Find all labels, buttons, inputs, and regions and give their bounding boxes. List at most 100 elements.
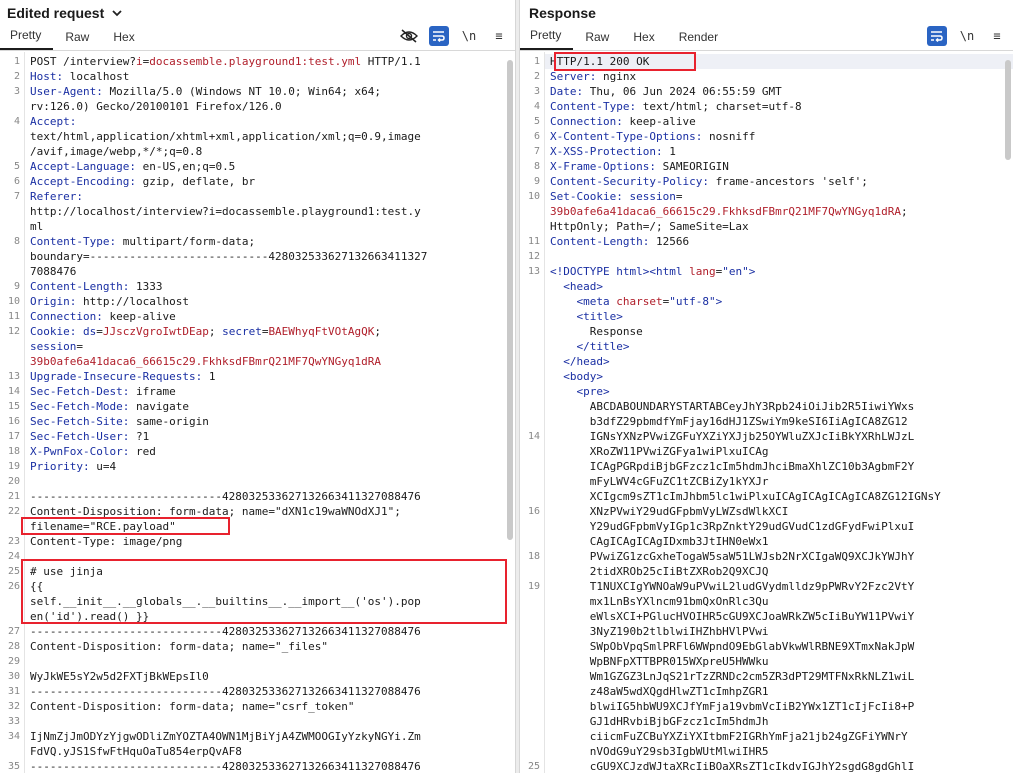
code-line: 7 Referer: — [0, 189, 515, 204]
code-line: mFyLWV4cGFuZC1tZCBiZy1kYXJr — [520, 474, 1013, 489]
line-number: 12 — [527, 251, 540, 262]
line-text: mFyLWV4cGFuZC1tZCBiZy1kYXJr — [550, 475, 769, 488]
code-line: <head> — [520, 279, 1013, 294]
code-line: </head> — [520, 354, 1013, 369]
code-line: 20 — [0, 474, 515, 489]
menu-icon[interactable]: ≡ — [489, 26, 509, 46]
line-number: 31 — [7, 686, 20, 697]
line-text: text/html,application/xhtml+xml,applicat… — [30, 130, 421, 143]
request-lines: 1 POST /interview?i=docassemble.playgroun… — [0, 54, 515, 773]
tab-pretty[interactable]: Pretty — [0, 26, 54, 50]
line-text: IGNsYXNzPVwiZGFuYXZiYXJjb25OYWluZXJcIiBk… — [550, 430, 915, 443]
line-text: WyJkWE5sY2w5d2FXTjBkWEpsIl0 — [30, 670, 209, 683]
request-scrollbar[interactable] — [507, 60, 513, 540]
code-line: <body> — [520, 369, 1013, 384]
newline-toggle[interactable]: \n — [957, 26, 977, 46]
code-line: 7088476 — [0, 264, 515, 279]
line-text: -----------------------------42803253362… — [30, 760, 421, 773]
line-number: 17 — [7, 431, 20, 442]
line-text: ABCDABOUNDARYSTARTABCeyJhY3Rpb24iOiJib2R… — [550, 400, 915, 413]
code-line: 30 WyJkWE5sY2w5d2FXTjBkWEpsIl0 — [0, 669, 515, 684]
line-text: Date: Thu, 06 Jun 2024 06:55:59 GMT — [550, 85, 782, 98]
hide-eye-icon[interactable] — [399, 26, 419, 46]
line-text: Connection: keep-alive — [550, 115, 696, 128]
code-line: z48aW5wdXQgdHlwZT1cImhpZGR1 — [520, 684, 1013, 699]
line-number: 2 — [13, 71, 20, 82]
code-line: 7 X-XSS-Protection: 1 — [520, 144, 1013, 159]
tab-raw[interactable]: Raw — [573, 26, 621, 50]
line-number: 32 — [7, 701, 20, 712]
code-line: 5 Connection: keep-alive — [520, 114, 1013, 129]
code-line: 39b0afe6a41daca6_66615c29.FkhksdFBmrQ21M… — [0, 354, 515, 369]
line-text: GJ1dHRvbiBjbGFzcz1cIm5hdmJh — [550, 715, 769, 728]
line-number: 6 — [533, 131, 540, 142]
chevron-down-icon[interactable] — [112, 8, 122, 18]
line-text: cGU9XCJzdWJtaXRcIiBOaXRsZT1cIkdvIGJhY2sg… — [550, 760, 915, 773]
line-text: /avif,image/webp,*/*;q=0.8 — [30, 145, 203, 158]
code-line: 19 T1NUXCIgYWNOaW9uPVwiL2ludGVydmlldz9pP… — [520, 579, 1013, 594]
line-number: 16 — [7, 416, 20, 427]
request-editor[interactable]: 1 POST /interview?i=docassemble.playgroun… — [0, 52, 515, 773]
code-line: 15 Sec-Fetch-Mode: navigate — [0, 399, 515, 414]
response-scrollbar[interactable] — [1005, 60, 1011, 160]
code-line: 6 Accept-Encoding: gzip, deflate, br — [0, 174, 515, 189]
code-line: eWlsXCI+PGlucHVOIHR5cGU9XCJoaWRkZW5cIiBu… — [520, 609, 1013, 624]
code-line: GJ1dHRvbiBjbGFzcz1cIm5hdmJh — [520, 714, 1013, 729]
line-text: <pre> — [550, 385, 610, 398]
line-number: 12 — [7, 326, 20, 337]
menu-icon[interactable]: ≡ — [987, 26, 1007, 46]
code-line: 3 Date: Thu, 06 Jun 2024 06:55:59 GMT — [520, 84, 1013, 99]
line-text: X-PwnFox-Color: red — [30, 445, 156, 458]
wrap-lines-icon[interactable] — [927, 26, 947, 46]
code-line: HttpOnly; Path=/; SameSite=Lax — [520, 219, 1013, 234]
code-line: 14 Sec-Fetch-Dest: iframe — [0, 384, 515, 399]
tab-raw[interactable]: Raw — [53, 26, 101, 50]
line-text: Cookie: ds=JJsczVgroIwtDEap; secret=BAEW… — [30, 325, 382, 338]
line-text: 39b0afe6a41daca6_66615c29.FkhksdFBmrQ21M… — [550, 205, 908, 218]
line-text: CAgICAgICAgIDxmb3JtIHN0eWx1 — [550, 535, 769, 548]
line-number: 19 — [7, 461, 20, 472]
line-number: 6 — [13, 176, 20, 187]
code-line: 9 Content-Security-Policy: frame-ancestor… — [520, 174, 1013, 189]
newline-toggle[interactable]: \n — [459, 26, 479, 46]
line-text: Upgrade-Insecure-Requests: 1 — [30, 370, 216, 383]
line-number: 26 — [7, 581, 20, 592]
line-text: Content-Type: multipart/form-data; — [30, 235, 256, 248]
wrap-lines-icon[interactable] — [429, 26, 449, 46]
line-text: Accept-Encoding: gzip, deflate, br — [30, 175, 256, 188]
code-line: ciicmFuZCBuYXZiYXItbmF2IGRhYmFja21jb24gZ… — [520, 729, 1013, 744]
line-number: 13 — [7, 371, 20, 382]
code-line: 13 <!DOCTYPE html><html lang="en"> — [520, 264, 1013, 279]
line-text: </title> — [550, 340, 630, 353]
line-number: 23 — [7, 536, 20, 547]
line-text: Host: localhost — [30, 70, 130, 83]
line-text: POST /interview?i=docassemble.playground… — [30, 55, 421, 68]
line-text: Sec-Fetch-Mode: navigate — [30, 400, 189, 413]
code-line: 13 Upgrade-Insecure-Requests: 1 — [0, 369, 515, 384]
code-line: 16 XNzPVwiY29udGFpbmVyLWZsdWlkXCI — [520, 504, 1013, 519]
tab-hex[interactable]: Hex — [101, 26, 146, 50]
tab-render[interactable]: Render — [667, 26, 730, 50]
line-text: Connection: keep-alive — [30, 310, 176, 323]
line-number: 16 — [527, 506, 540, 517]
line-text: Y29udGFpbmVyIGp1c3RpZnktY29udGVudC1zdGFy… — [550, 520, 915, 533]
line-number: 22 — [7, 506, 20, 517]
code-line: 12 — [520, 249, 1013, 264]
line-number: 1 — [533, 56, 540, 67]
line-text: Content-Security-Policy: frame-ancestors… — [550, 175, 868, 188]
code-line: SWpObVpqSmlPRFl6WWpndO9EbGlabVkwWlRBNE9X… — [520, 639, 1013, 654]
line-text: Priority: u=4 — [30, 460, 117, 473]
tab-hex[interactable]: Hex — [621, 26, 666, 50]
line-text: Set-Cookie: session= — [550, 190, 683, 203]
line-number: 4 — [13, 116, 20, 127]
line-text: X-XSS-Protection: 1 — [550, 145, 676, 158]
response-editor[interactable]: 1 HTTP/1.1 200 OK 2 Server: nginx 3 Date: Thu… — [520, 52, 1013, 773]
tab-pretty[interactable]: Pretty — [520, 26, 574, 50]
line-number: 13 — [527, 266, 540, 277]
line-number: 33 — [7, 716, 20, 727]
line-text: Sec-Fetch-Site: same-origin — [30, 415, 209, 428]
line-number: 28 — [7, 641, 20, 652]
line-number: 24 — [7, 551, 20, 562]
line-text: Content-Length: 12566 — [550, 235, 690, 248]
line-number: 34 — [7, 731, 20, 742]
